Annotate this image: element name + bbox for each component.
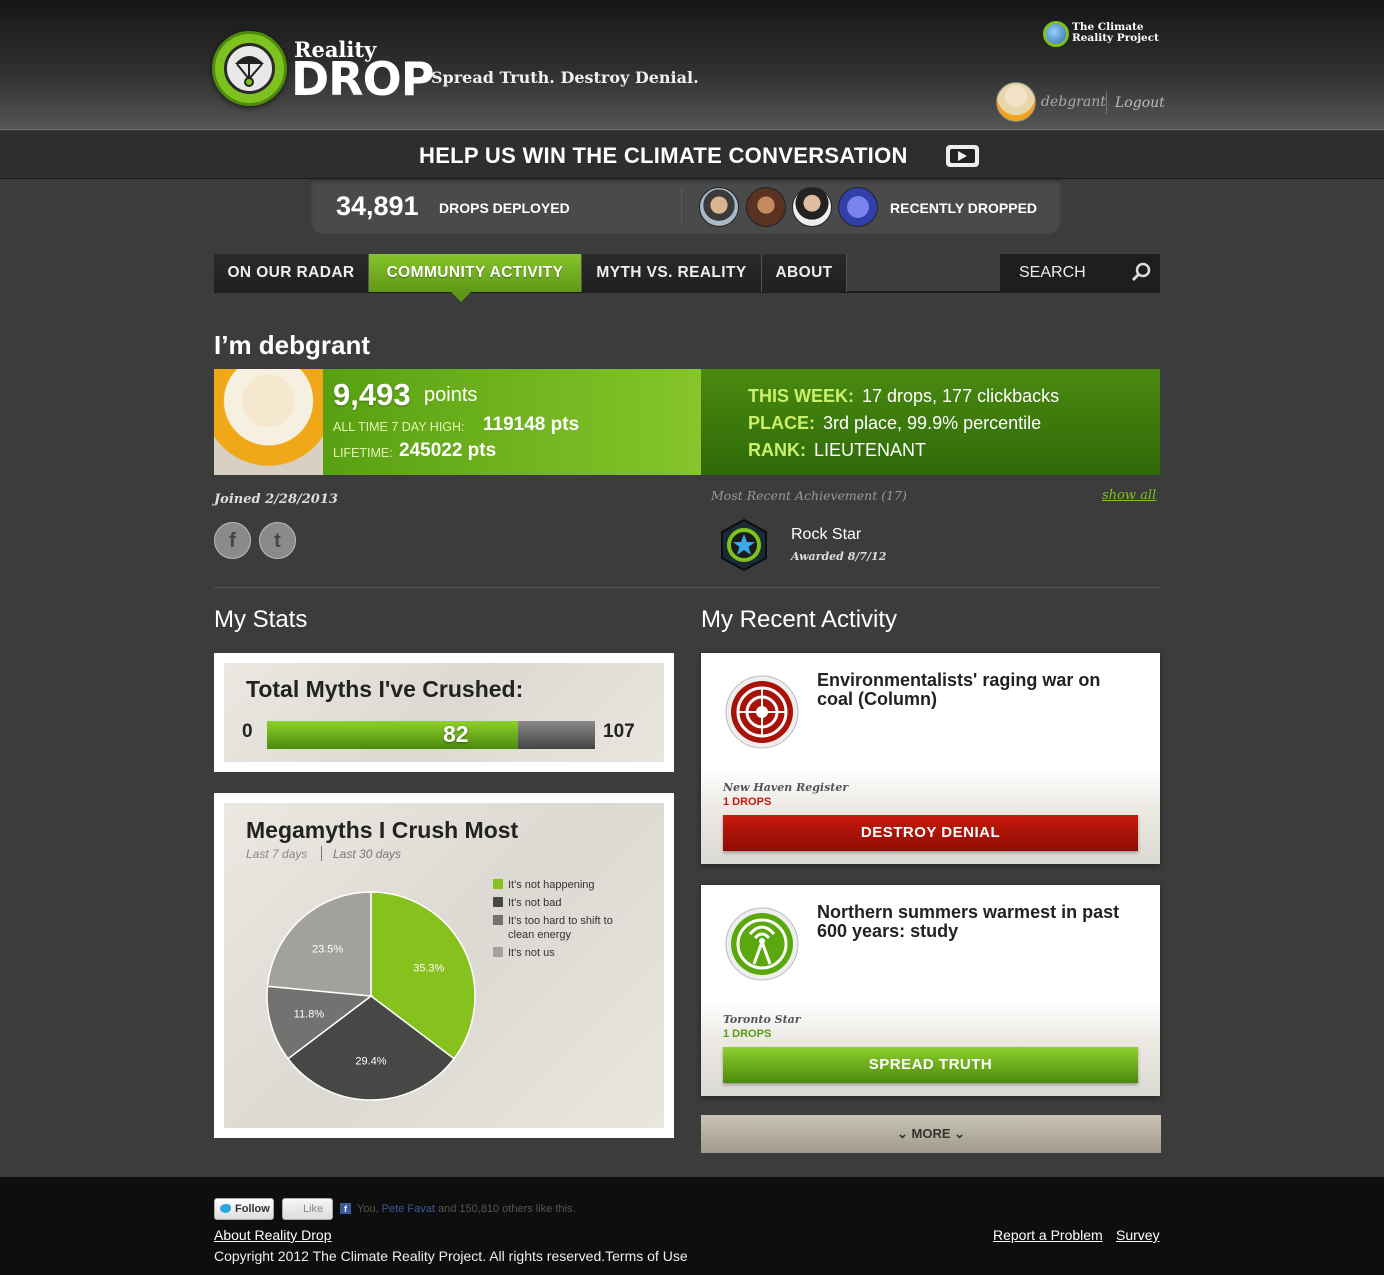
- facebook-icon[interactable]: f: [214, 522, 251, 559]
- username-link[interactable]: debgrant: [1041, 94, 1106, 110]
- climate-reality-logo-text: The Climate Reality Project: [1072, 21, 1159, 44]
- spread-truth-button[interactable]: SPREAD TRUTH: [723, 1047, 1138, 1083]
- like-summary: You, Pete Favat and 150,810 others like …: [357, 1203, 576, 1215]
- section-divider: [214, 587, 1160, 588]
- achievement-title: Most Recent Achievement (17): [711, 488, 907, 503]
- drops-count: 34,891: [336, 191, 419, 221]
- pie-slice-label: 23.5%: [312, 943, 343, 955]
- survey-link[interactable]: Survey: [1116, 1227, 1160, 1243]
- megamyths-title: Megamyths I Crush Most: [246, 817, 519, 843]
- lifetime-value: 245022 pts: [399, 440, 497, 461]
- legend-swatch: [493, 897, 503, 907]
- myths-max: 107: [603, 721, 635, 742]
- user-separator: [1106, 92, 1107, 114]
- twitter-follow-button[interactable]: Follow: [214, 1198, 274, 1220]
- legend-swatch: [493, 879, 503, 889]
- banner-title: HELP US WIN THE CLIMATE CONVERSATION: [419, 143, 908, 168]
- chevron-down-icon: ⌄: [954, 1126, 966, 1141]
- legend-swatch: [493, 915, 503, 925]
- pie-slice-label: 35.3%: [413, 962, 444, 974]
- more-label: MORE: [911, 1126, 951, 1141]
- activity-source: Toronto Star: [723, 1013, 801, 1026]
- show-all-link[interactable]: show all: [1102, 488, 1156, 503]
- tagline: Spread Truth. Destroy Denial.: [431, 68, 699, 87]
- place-row: PLACE: 3rd place, 99.9% percentile: [748, 413, 1042, 433]
- search-icon[interactable]: [1131, 262, 1151, 282]
- parachute-glyph: [235, 56, 264, 87]
- copyright-text: Copyright 2012 The Climate Reality Proje…: [214, 1248, 688, 1264]
- parachute-logo-icon[interactable]: [212, 31, 287, 106]
- globe-icon: [1043, 21, 1069, 47]
- tab-myth-vs-reality[interactable]: MYTH VS. REALITY: [582, 254, 762, 292]
- logo-inner: [224, 43, 275, 94]
- points-value: 9,493: [333, 377, 411, 412]
- user-avatar[interactable]: [996, 82, 1036, 122]
- lifetime-label: LIFETIME:: [333, 446, 393, 460]
- pie-slice-label: 29.4%: [355, 1055, 386, 1067]
- about-link[interactable]: About Reality Drop: [214, 1227, 332, 1243]
- recently-dropped-label: RECENTLY DROPPED: [890, 200, 1038, 216]
- recent-dropper-avatar[interactable]: [792, 187, 832, 227]
- facebook-like-button[interactable]: Like: [282, 1198, 333, 1220]
- myths-title: Total Myths I've Crushed:: [246, 676, 524, 702]
- broadcast-tower-icon: [725, 907, 799, 981]
- activity-drops: 1 DROPS: [723, 796, 772, 808]
- logout-link[interactable]: Logout: [1115, 95, 1165, 111]
- megamyths-pie-chart: 35.3% 29.4% 11.8% 23.5%: [266, 891, 476, 1101]
- activity-source: New Haven Register: [723, 781, 849, 794]
- activity-drops: 1 DROPS: [723, 1028, 772, 1040]
- twitter-icon[interactable]: t: [259, 522, 296, 559]
- myths-value: 82: [443, 721, 469, 747]
- site-footer: [0, 1177, 1384, 1275]
- myths-progress-bar: [267, 721, 595, 749]
- recent-dropper-avatar[interactable]: [838, 187, 878, 227]
- destroy-denial-button[interactable]: DESTROY DENIAL: [723, 815, 1138, 851]
- profile-photo: [214, 369, 323, 475]
- achievement-name: Rock Star: [791, 526, 862, 543]
- more-button[interactable]: ⌄ MORE ⌄: [701, 1115, 1161, 1153]
- recent-dropper-avatar[interactable]: [699, 187, 739, 227]
- recent-activity-title: My Recent Activity: [701, 606, 898, 633]
- tab-on-our-radar[interactable]: ON OUR RADAR: [214, 254, 369, 292]
- report-problem-link[interactable]: Report a Problem: [993, 1227, 1103, 1243]
- drops-label: DROPS DEPLOYED: [439, 200, 570, 216]
- achievement-date: Awarded 8/7/12: [791, 550, 887, 563]
- activity-title[interactable]: Northern summers warmest in past 600 yea…: [817, 903, 1137, 941]
- tab-about[interactable]: ABOUT: [762, 254, 847, 292]
- stats-separator: [681, 187, 682, 225]
- facebook-small-icon: f: [340, 1203, 351, 1214]
- search-input[interactable]: SEARCH: [1019, 264, 1086, 282]
- chevron-down-icon: ⌄: [896, 1126, 908, 1141]
- site-header: [0, 0, 1384, 130]
- tab-last-30-days[interactable]: Last 30 days: [333, 847, 401, 861]
- pie-slice-label: 11.8%: [294, 1009, 325, 1021]
- profile-title: I’m debgrant: [214, 330, 371, 360]
- logo-drop-text: DROP: [291, 52, 434, 106]
- my-stats-title: My Stats: [214, 606, 308, 633]
- rank-row: RANK: LIEUTENANT: [748, 440, 927, 460]
- legend-swatch: [493, 947, 503, 957]
- tab-last-7-days[interactable]: Last 7 days: [246, 847, 307, 861]
- play-video-icon[interactable]: [946, 145, 979, 167]
- seven-day-high-value: 119148 pts: [483, 414, 580, 435]
- points-unit: points: [424, 384, 478, 406]
- tab-community-activity[interactable]: COMMUNITY ACTIVITY: [369, 254, 582, 292]
- activity-title[interactable]: Environmentalists' raging war on coal (C…: [817, 671, 1137, 709]
- myths-progress-fill: [267, 721, 519, 749]
- this-week-row: THIS WEEK: 17 drops, 177 clickbacks: [748, 386, 1060, 406]
- active-tab-indicator: [451, 292, 471, 302]
- star-badge-icon[interactable]: [717, 518, 771, 572]
- seven-day-high-label: ALL TIME 7 DAY HIGH:: [333, 420, 465, 434]
- recent-dropper-avatar[interactable]: [746, 187, 786, 227]
- climate-reality-logo[interactable]: The Climate Reality Project: [1043, 21, 1163, 51]
- myths-min: 0: [242, 721, 253, 742]
- joined-date: Joined 2/28/2013: [214, 492, 338, 507]
- target-icon: [725, 675, 799, 749]
- tab-separator: [321, 846, 322, 861]
